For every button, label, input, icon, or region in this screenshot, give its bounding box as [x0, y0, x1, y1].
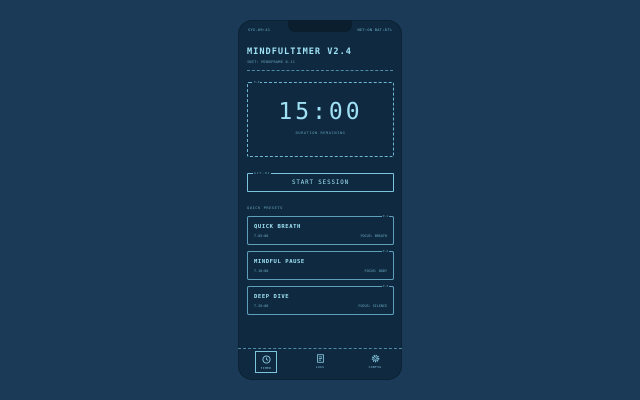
timer-display: T-0 15:00 DURATION REMAINING — [247, 80, 394, 157]
document-icon — [316, 353, 324, 363]
preset-tag: P-3 — [381, 284, 389, 288]
nav-label: LOGS — [315, 364, 325, 369]
preset-time: T-05:00 — [254, 234, 269, 238]
nav-config[interactable]: CONFIG — [365, 351, 385, 371]
presets-heading: QUICK PRESETS — [247, 206, 283, 210]
start-session-button[interactable]: ACT-01 START SESSION — [247, 171, 394, 192]
preset-tag: P-1 — [381, 214, 389, 218]
preset-time: T-10:00 — [254, 269, 269, 273]
preset-name: MINDFUL PAUSE — [254, 259, 305, 265]
preset-tag: P-2 — [381, 249, 389, 253]
gear-icon — [371, 354, 379, 362]
status-bar: SYS-09:41 NET:ON BAT:87% — [248, 28, 392, 32]
timer-tag: T-0 — [253, 80, 261, 84]
status-network-battery: NET:ON BAT:87% — [357, 28, 392, 32]
preset-name: DEEP DIVE — [254, 294, 290, 300]
status-time: SYS-09:41 — [248, 28, 271, 32]
nav-logs[interactable]: LOGS — [310, 351, 330, 371]
phone-frame: SYS-09:41 NET:ON BAT:87% MINDFULTIMER V2… — [238, 20, 402, 380]
app-title: MINDFULTIMER V2.4 — [247, 47, 352, 57]
app-subtitle: INIT: MINDFRAME 0.11 — [247, 60, 296, 64]
bottom-nav: TIMER LOGS CONFIG — [238, 349, 402, 380]
preset-deep-dive[interactable]: P-3 DEEP DIVE T-20:00 FOCUS: SILENCE — [247, 284, 394, 315]
nav-timer[interactable]: TIMER — [255, 351, 277, 373]
preset-name: QUICK BREATH — [254, 224, 301, 230]
timer-label: DURATION REMAINING — [295, 131, 346, 135]
clock-icon — [261, 354, 271, 364]
preset-focus: FOCUS: SILENCE — [358, 304, 387, 308]
start-button-tag: ACT-01 — [253, 171, 272, 175]
preset-focus: FOCUS: BREATH — [360, 234, 387, 238]
preset-time: T-20:00 — [254, 304, 269, 308]
start-button-label: START SESSION — [291, 179, 350, 186]
header-divider — [247, 70, 393, 71]
timer-value: 15:00 — [278, 99, 363, 125]
preset-quick-breath[interactable]: P-1 QUICK BREATH T-05:00 FOCUS: BREATH — [247, 214, 394, 245]
nav-label: CONFIG — [368, 364, 382, 369]
preset-focus: FOCUS: BODY — [364, 269, 387, 273]
nav-label: TIMER — [260, 365, 272, 370]
preset-mindful-pause[interactable]: P-2 MINDFUL PAUSE T-10:00 FOCUS: BODY — [247, 249, 394, 280]
